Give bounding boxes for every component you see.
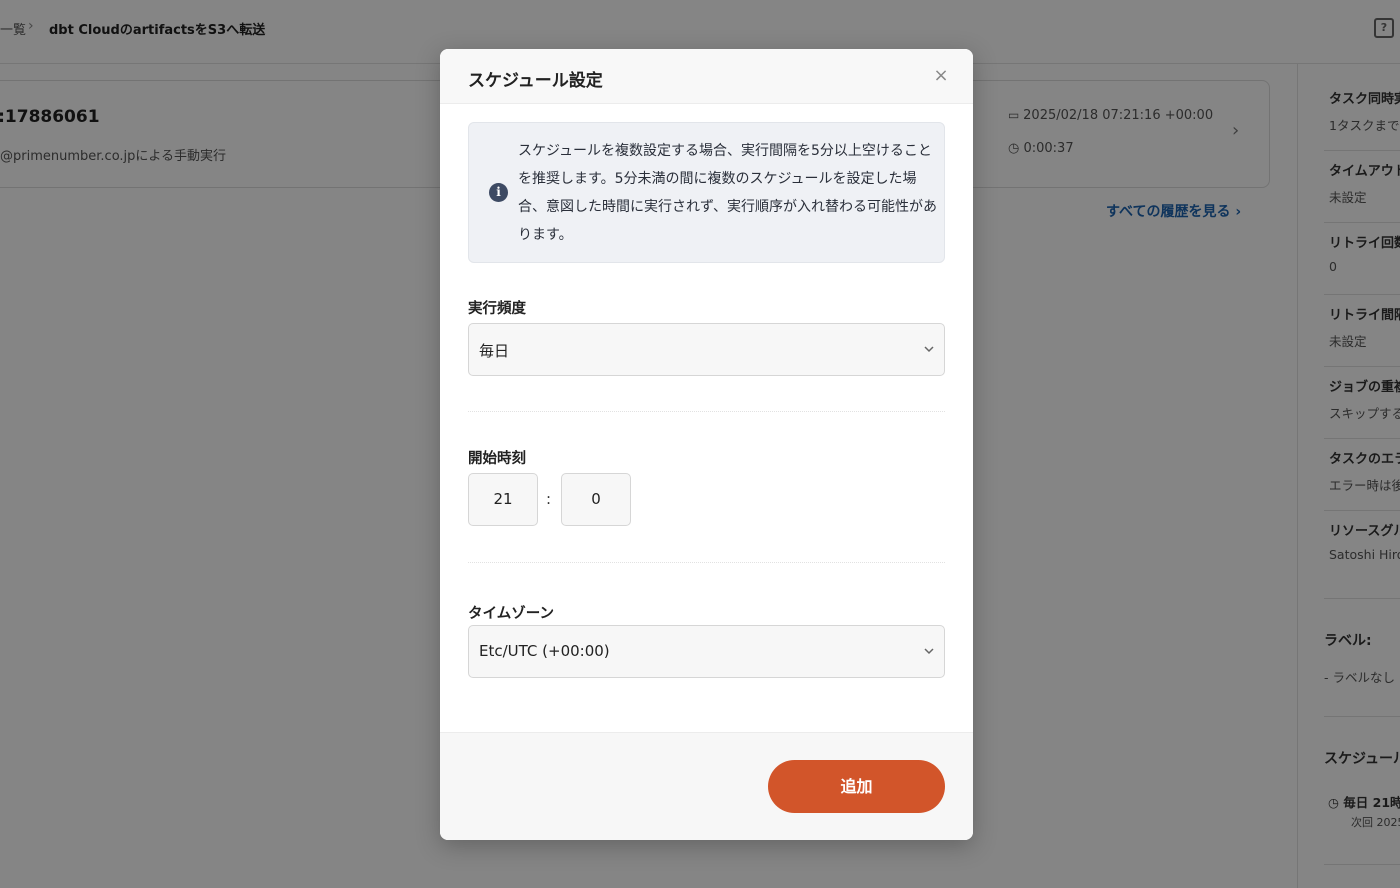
divider [468,411,945,412]
timezone-label: タイムゾーン [468,606,554,622]
timezone-value: Etc/UTC (+00:00) [479,642,610,660]
start-time-label: 開始時刻 [468,451,526,467]
divider [468,562,945,563]
chevron-down-icon [924,346,934,353]
minute-input[interactable]: 0 [561,473,631,526]
add-button[interactable]: 追加 [768,760,945,813]
hour-input[interactable]: 21 [468,473,538,526]
info-text: スケジュールを複数設定する場合、実行間隔を5分以上空けることを推奨します。5分未… [518,143,938,243]
timezone-select[interactable]: Etc/UTC (+00:00) [468,625,945,678]
schedule-modal: スケジュール設定 × i スケジュールを複数設定する場合、実行間隔を5分以上空け… [440,49,973,840]
modal-title: スケジュール設定 [468,71,603,91]
chevron-down-icon [924,648,934,655]
frequency-label: 実行頻度 [468,301,526,317]
close-icon[interactable]: × [930,65,952,87]
info-icon: i [489,183,508,202]
modal-header: スケジュール設定 × [440,49,973,104]
frequency-value: 毎日 [479,342,510,360]
frequency-select[interactable]: 毎日 [468,323,945,376]
modal-footer: 追加 [440,732,973,840]
time-separator: : [546,490,552,508]
info-alert: i スケジュールを複数設定する場合、実行間隔を5分以上空けることを推奨します。5… [468,122,945,263]
